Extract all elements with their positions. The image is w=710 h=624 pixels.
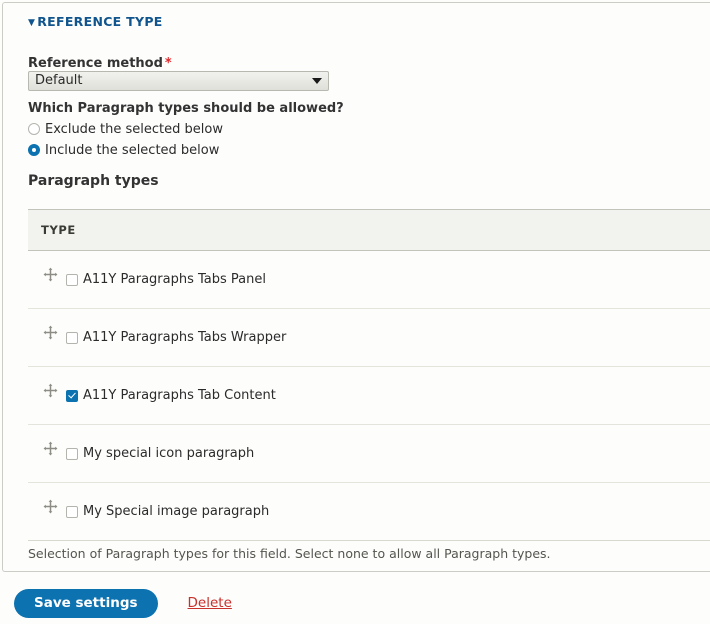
table-row[interactable]: A11Y Paragraphs Tab Content (28, 366, 710, 425)
reference-method-label-text: Reference method (28, 56, 163, 71)
row-label: A11Y Paragraphs Tabs Panel (83, 272, 266, 287)
move-cross-icon[interactable] (41, 382, 59, 400)
table-row[interactable]: A11Y Paragraphs Tabs Panel (28, 250, 710, 309)
allowed-question-label: Which Paragraph types should be allowed? (28, 101, 344, 116)
table-cell-type: My special icon paragraph (28, 424, 710, 483)
move-cross-icon[interactable] (41, 266, 59, 284)
radio-label-exclude: Exclude the selected below (45, 122, 223, 137)
table-cell-type: My Special image paragraph (28, 482, 710, 541)
reference-method-label: Reference method * (28, 57, 172, 70)
form-actions: Save settings Delete (0, 588, 710, 618)
table-cell-type: A11Y Paragraphs Tab Content (28, 366, 710, 425)
chevron-down-icon (312, 78, 322, 84)
radio-indicator-exclude[interactable] (28, 123, 40, 135)
required-marker: * (164, 56, 172, 71)
paragraph-types-heading: Paragraph types (28, 173, 159, 189)
move-cross-icon[interactable] (41, 324, 59, 342)
row-label: My Special image paragraph (83, 504, 270, 519)
radio-indicator-include[interactable] (28, 144, 40, 156)
delete-link[interactable]: Delete (188, 595, 232, 611)
paragraph-types-description: Selection of Paragraph types for this fi… (28, 546, 551, 561)
row-label: A11Y Paragraphs Tabs Wrapper (83, 330, 287, 345)
table-row[interactable]: My Special image paragraph (28, 482, 710, 541)
radio-exclude-selected-below[interactable]: Exclude the selected below (28, 121, 223, 138)
row-checkbox[interactable] (66, 447, 78, 460)
row-label: A11Y Paragraphs Tab Content (83, 388, 276, 403)
row-label: My special icon paragraph (83, 446, 255, 461)
radio-label-include: Include the selected below (45, 143, 220, 158)
row-checkbox[interactable] (66, 389, 78, 402)
row-checkbox[interactable] (66, 331, 78, 344)
move-cross-icon[interactable] (41, 498, 59, 516)
table-row[interactable]: A11Y Paragraphs Tabs Wrapper (28, 308, 710, 367)
radio-include-selected-below[interactable]: Include the selected below (28, 142, 219, 159)
move-cross-icon[interactable] (41, 440, 59, 458)
legend-label: REFERENCE TYPE (37, 14, 163, 29)
table-head: TYPE (28, 209, 710, 251)
row-checkbox[interactable] (66, 505, 78, 518)
table-row[interactable]: My special icon paragraph (28, 424, 710, 483)
save-settings-button[interactable]: Save settings (14, 588, 158, 618)
reference-method-select[interactable]: Default (28, 71, 329, 91)
paragraph-types-table: TYPE A11Y Paragraphs Tabs Panel A11Y Par… (28, 209, 710, 541)
table-header-row: TYPE (28, 209, 710, 251)
reference-type-fieldset: ▼ REFERENCE TYPE Reference method * Defaul… (2, 2, 710, 572)
table-cell-type: A11Y Paragraphs Tabs Wrapper (28, 308, 710, 367)
row-checkbox[interactable] (66, 273, 78, 286)
reference-method-select-value[interactable]: Default (28, 71, 329, 91)
table-body: A11Y Paragraphs Tabs Panel A11Y Paragrap… (28, 250, 710, 541)
table-cell-type: A11Y Paragraphs Tabs Panel (28, 250, 710, 309)
reference-type-legend[interactable]: ▼ REFERENCE TYPE (28, 14, 163, 29)
column-header-type: TYPE (28, 209, 710, 251)
triangle-down-icon: ▼ (28, 17, 36, 28)
